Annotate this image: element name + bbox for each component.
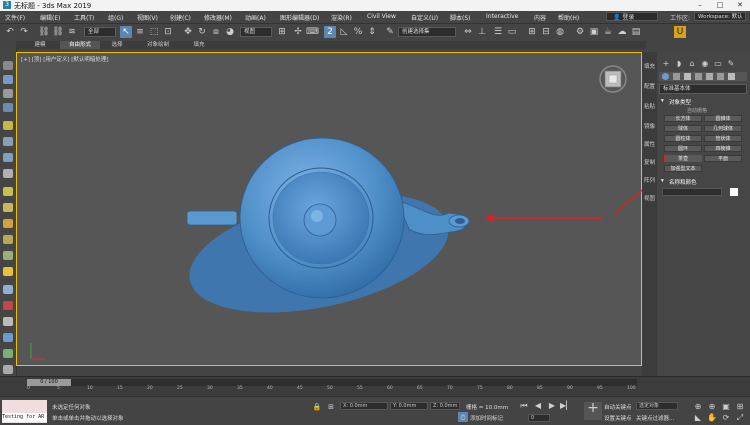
hierarchy-tab-icon[interactable]: ⌂: [686, 58, 698, 70]
cameras-icon[interactable]: [695, 73, 702, 80]
current-frame-field[interactable]: 0: [528, 414, 550, 422]
pyramid-button[interactable]: 四棱锥: [704, 145, 742, 152]
tick-25: 25: [177, 386, 183, 391]
side-tab-array[interactable]: 阵列: [642, 176, 657, 184]
lights-icon[interactable]: [684, 73, 691, 80]
create-tab-icon[interactable]: +: [660, 58, 672, 70]
selection-status: 未选定任何对象: [52, 405, 91, 411]
time-tag-icon[interactable]: ⏱: [458, 412, 468, 422]
time-slider-track[interactable]: [27, 379, 637, 386]
object-type-header[interactable]: 对象类型: [669, 98, 691, 106]
absolute-mode-icon[interactable]: ⊞: [326, 401, 336, 411]
teapot-button[interactable]: 茶壶: [664, 155, 702, 162]
grid-size: 栅格 = 10.0mm: [466, 405, 509, 411]
systems-icon[interactable]: [728, 73, 735, 80]
motion-tab-icon[interactable]: ◉: [699, 58, 711, 70]
x-coordinate[interactable]: X: 0.0mm: [340, 402, 388, 410]
maximize-viewport-icon[interactable]: ⤢: [734, 412, 746, 424]
shapes-icon[interactable]: [673, 73, 680, 80]
play-icon[interactable]: ▶: [546, 400, 558, 412]
side-tab-paste[interactable]: 粘贴: [642, 102, 657, 110]
add-key-icon[interactable]: +: [584, 401, 602, 420]
side-tab-config[interactable]: 配置: [642, 82, 657, 90]
object-color-swatch[interactable]: [730, 188, 738, 196]
prompt-line: 单击或单击并拖动以选择对象: [52, 416, 124, 422]
orbit-icon[interactable]: ⟳: [720, 412, 732, 424]
cone-button[interactable]: 圆锥体: [704, 115, 742, 122]
side-tab-properties[interactable]: 属性: [642, 140, 657, 148]
fov-icon[interactable]: ◣: [692, 412, 704, 424]
tick-20: 20: [147, 386, 153, 391]
modify-tab-icon[interactable]: ◗: [673, 58, 685, 70]
timeline: 0 / 100 0 5 10 15 20 25 30 35 40 45 50 5…: [0, 376, 750, 397]
side-tab-view[interactable]: 视图: [642, 194, 657, 202]
utilities-tab-icon[interactable]: ✎: [725, 58, 737, 70]
category-icons-row: [659, 72, 747, 81]
add-time-tag[interactable]: 添加时间标记: [470, 414, 503, 422]
name-color-header[interactable]: 名称和颜色: [669, 178, 697, 186]
next-frame-icon[interactable]: ▶▏: [560, 400, 572, 412]
side-tab-copy[interactable]: 复制: [642, 158, 657, 166]
plane-button[interactable]: 平面: [704, 155, 742, 162]
tick-90: 90: [567, 386, 573, 391]
tick-5: 5: [57, 386, 60, 391]
geometry-icon[interactable]: [662, 73, 669, 80]
tick-100: 100: [627, 386, 636, 391]
key-filters-button[interactable]: 关键点过滤器...: [636, 414, 674, 422]
tick-85: 85: [537, 386, 543, 391]
box-button[interactable]: 长方体: [664, 115, 702, 122]
status-bar: Testing for AR 未选定任何对象 单击或单击并拖动以选择对象 🔒 ⊞…: [0, 396, 750, 425]
auto-key-label[interactable]: 自动关键点: [604, 403, 632, 411]
selected-dropdown[interactable]: 选定对象: [636, 402, 678, 410]
command-panel: + ◗ ⌂ ◉ ▭ ✎ 标准基本体 ▾ 对象类型 自动栅格 长方体 圆锥体 球体…: [657, 52, 750, 376]
tick-15: 15: [117, 386, 123, 391]
set-key-label[interactable]: 设置关键点: [604, 414, 632, 422]
tick-65: 65: [417, 386, 423, 391]
time-slider-thumb[interactable]: 0 / 100: [27, 379, 71, 386]
tick-35: 35: [237, 386, 243, 391]
helpers-icon[interactable]: [706, 73, 713, 80]
tick-40: 40: [267, 386, 273, 391]
tick-55: 55: [357, 386, 363, 391]
maxscript-input[interactable]: Testing for AR: [2, 413, 47, 422]
collapse-icon[interactable]: ▾: [661, 98, 664, 104]
sphere-button[interactable]: 球体: [664, 125, 702, 132]
prev-frame-icon[interactable]: ◀: [532, 400, 544, 412]
side-tab-populate[interactable]: 填充: [642, 62, 657, 70]
annotation-arrows: [484, 164, 672, 222]
pan-icon[interactable]: ✋: [706, 412, 718, 424]
geosphere-button[interactable]: 几何球体: [704, 125, 742, 132]
collapse-icon-2[interactable]: ▾: [661, 178, 664, 184]
tick-95: 95: [597, 386, 603, 391]
tick-70: 70: [447, 386, 453, 391]
torus-button[interactable]: 圆环: [664, 145, 702, 152]
side-tab-mirror[interactable]: 镜像: [642, 122, 657, 130]
tube-button[interactable]: 管状体: [704, 135, 742, 142]
tick-10: 10: [87, 386, 93, 391]
spacewarps-icon[interactable]: [717, 73, 724, 80]
autogrid-checkbox[interactable]: 自动栅格: [687, 107, 707, 114]
right-side-tabs: 填充 配置 粘贴 镜像 属性 复制 阵列 视图: [642, 52, 657, 376]
object-name-field[interactable]: [662, 188, 722, 196]
goto-start-icon[interactable]: ⏮: [518, 400, 530, 412]
tick-60: 60: [387, 386, 393, 391]
tick-0: 0: [27, 386, 30, 391]
z-coordinate[interactable]: Z: 0.0mm: [430, 402, 460, 410]
tick-80: 80: [507, 386, 513, 391]
lock-icon[interactable]: 🔒: [312, 401, 322, 411]
primitive-category-dropdown[interactable]: 标准基本体: [659, 84, 747, 94]
y-coordinate[interactable]: Y: 0.0mm: [390, 402, 428, 410]
textplus-button[interactable]: 加强型文本: [664, 165, 702, 172]
tick-45: 45: [297, 386, 303, 391]
cylinder-button[interactable]: 圆柱体: [664, 135, 702, 142]
tick-50: 50: [327, 386, 333, 391]
display-tab-icon[interactable]: ▭: [712, 58, 724, 70]
tick-75: 75: [477, 386, 483, 391]
tick-30: 30: [207, 386, 213, 391]
